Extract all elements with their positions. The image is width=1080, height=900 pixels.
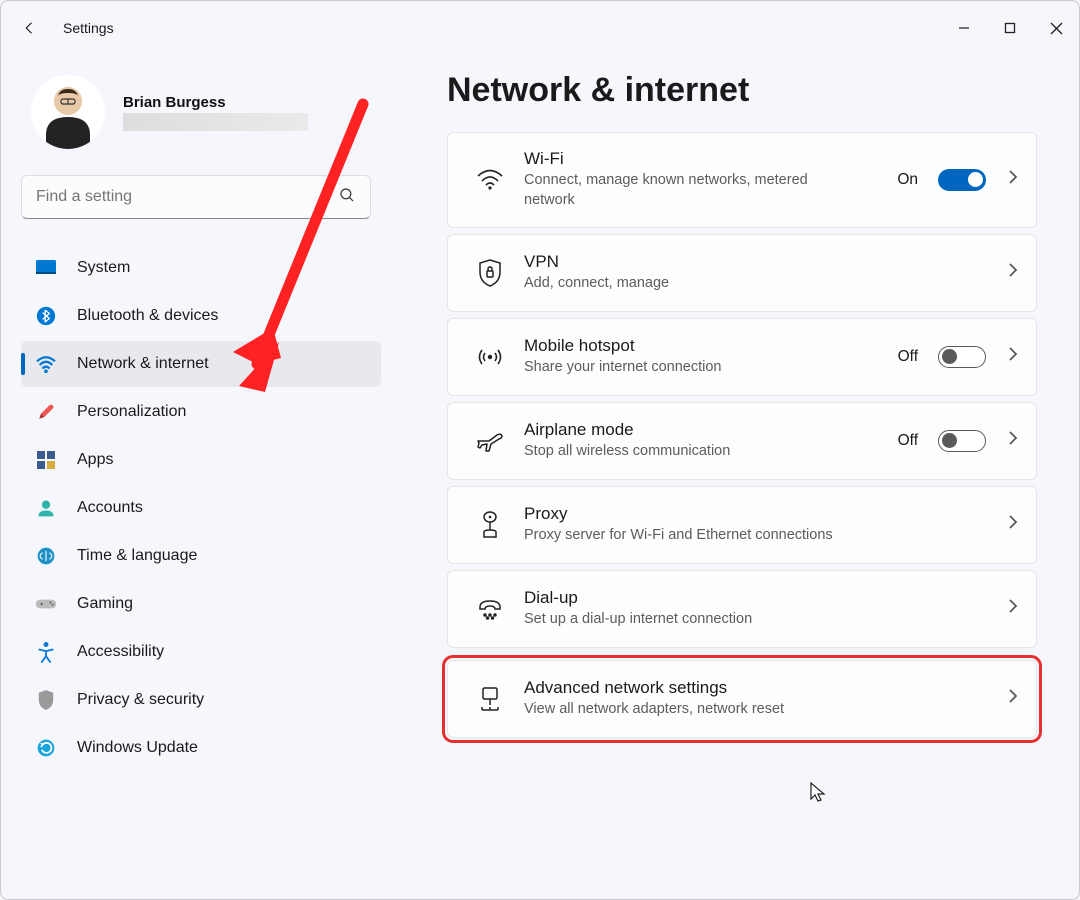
window-controls bbox=[941, 11, 1079, 45]
card-desc: Add, connect, manage bbox=[524, 273, 844, 293]
card-desc: Share your internet connection bbox=[524, 357, 844, 377]
sidebar-item-system[interactable]: System bbox=[21, 245, 381, 291]
sidebar: Brian Burgess System bbox=[1, 55, 401, 899]
chevron-right-icon bbox=[1008, 346, 1018, 367]
card-proxy[interactable]: Proxy Proxy server for Wi-Fi and Etherne… bbox=[447, 486, 1037, 564]
update-icon bbox=[35, 737, 57, 759]
card-airplane[interactable]: Airplane mode Stop all wireless communic… bbox=[447, 402, 1037, 480]
accounts-icon bbox=[35, 497, 57, 519]
proxy-icon bbox=[466, 510, 514, 540]
card-title: VPN bbox=[524, 252, 998, 272]
maximize-button[interactable] bbox=[987, 11, 1033, 45]
card-desc: Connect, manage known networks, metered … bbox=[524, 170, 844, 211]
nav-label: System bbox=[77, 259, 130, 277]
search-input[interactable] bbox=[36, 188, 338, 206]
nav-label: Windows Update bbox=[77, 739, 198, 757]
card-desc: View all network adapters, network reset bbox=[524, 699, 844, 719]
card-advanced[interactable]: Advanced network settings View all netwo… bbox=[447, 660, 1037, 738]
settings-window: Settings bbox=[0, 0, 1080, 900]
airplane-state-label: Off bbox=[898, 432, 918, 450]
advanced-icon bbox=[466, 685, 514, 713]
card-desc: Set up a dial-up internet connection bbox=[524, 609, 844, 629]
system-icon bbox=[35, 257, 57, 279]
minimize-button[interactable] bbox=[941, 11, 987, 45]
hotspot-icon bbox=[466, 345, 514, 369]
vpn-icon bbox=[466, 258, 514, 288]
sidebar-item-bluetooth[interactable]: Bluetooth & devices bbox=[21, 293, 381, 339]
dialup-icon bbox=[466, 597, 514, 621]
chevron-right-icon bbox=[1008, 688, 1018, 709]
airplane-icon bbox=[466, 427, 514, 455]
nav-label: Time & language bbox=[77, 547, 197, 565]
apps-icon bbox=[35, 449, 57, 471]
card-title: Dial-up bbox=[524, 588, 998, 608]
back-button[interactable] bbox=[13, 11, 47, 45]
close-button[interactable] bbox=[1033, 11, 1079, 45]
card-vpn[interactable]: VPN Add, connect, manage bbox=[447, 234, 1037, 312]
sidebar-item-time[interactable]: Time & language bbox=[21, 533, 381, 579]
card-title: Advanced network settings bbox=[524, 678, 998, 698]
sidebar-item-personalization[interactable]: Personalization bbox=[21, 389, 381, 435]
sidebar-item-update[interactable]: Windows Update bbox=[21, 725, 381, 771]
nav-list: System Bluetooth & devices Network & int… bbox=[21, 245, 381, 771]
wifi-icon bbox=[466, 169, 514, 191]
nav-label: Personalization bbox=[77, 403, 186, 421]
user-email-redacted bbox=[123, 113, 308, 131]
chevron-right-icon bbox=[1008, 598, 1018, 619]
settings-cards: Wi-Fi Connect, manage known networks, me… bbox=[447, 132, 1037, 738]
chevron-right-icon bbox=[1008, 430, 1018, 451]
search-icon bbox=[338, 186, 356, 209]
hotspot-state-label: Off bbox=[898, 348, 918, 366]
hotspot-toggle[interactable] bbox=[938, 346, 986, 368]
card-desc: Stop all wireless communication bbox=[524, 441, 844, 461]
sidebar-item-network[interactable]: Network & internet bbox=[21, 341, 381, 387]
nav-label: Gaming bbox=[77, 595, 133, 613]
network-icon bbox=[35, 353, 57, 375]
chevron-right-icon bbox=[1008, 514, 1018, 535]
bluetooth-icon bbox=[35, 305, 57, 327]
time-icon bbox=[35, 545, 57, 567]
card-hotspot[interactable]: Mobile hotspot Share your internet conne… bbox=[447, 318, 1037, 396]
sidebar-item-accounts[interactable]: Accounts bbox=[21, 485, 381, 531]
avatar bbox=[31, 75, 105, 149]
user-name: Brian Burgess bbox=[123, 94, 308, 111]
sidebar-item-privacy[interactable]: Privacy & security bbox=[21, 677, 381, 723]
nav-label: Privacy & security bbox=[77, 691, 204, 709]
nav-label: Accessibility bbox=[77, 643, 164, 661]
search-box[interactable] bbox=[21, 175, 371, 219]
accessibility-icon bbox=[35, 641, 57, 663]
chevron-right-icon bbox=[1008, 262, 1018, 283]
sidebar-item-apps[interactable]: Apps bbox=[21, 437, 381, 483]
app-title: Settings bbox=[63, 20, 114, 36]
privacy-icon bbox=[35, 689, 57, 711]
wifi-toggle[interactable] bbox=[938, 169, 986, 191]
card-title: Proxy bbox=[524, 504, 998, 524]
paint-icon bbox=[35, 401, 57, 423]
card-wifi[interactable]: Wi-Fi Connect, manage known networks, me… bbox=[447, 132, 1037, 228]
card-title: Airplane mode bbox=[524, 420, 888, 440]
nav-label: Network & internet bbox=[77, 355, 209, 373]
card-desc: Proxy server for Wi-Fi and Ethernet conn… bbox=[524, 525, 844, 545]
titlebar: Settings bbox=[1, 1, 1079, 55]
nav-label: Bluetooth & devices bbox=[77, 307, 218, 325]
wifi-state-label: On bbox=[897, 171, 918, 189]
main-content: Network & internet Wi-Fi Connect, manage… bbox=[401, 55, 1079, 899]
user-profile[interactable]: Brian Burgess bbox=[21, 75, 381, 149]
airplane-toggle[interactable] bbox=[938, 430, 986, 452]
card-title: Mobile hotspot bbox=[524, 336, 888, 356]
sidebar-item-accessibility[interactable]: Accessibility bbox=[21, 629, 381, 675]
card-title: Wi-Fi bbox=[524, 149, 887, 169]
gaming-icon bbox=[35, 593, 57, 615]
nav-label: Apps bbox=[77, 451, 113, 469]
chevron-right-icon bbox=[1008, 169, 1018, 190]
card-dialup[interactable]: Dial-up Set up a dial-up internet connec… bbox=[447, 570, 1037, 648]
sidebar-item-gaming[interactable]: Gaming bbox=[21, 581, 381, 627]
nav-label: Accounts bbox=[77, 499, 143, 517]
page-title: Network & internet bbox=[447, 71, 1045, 110]
